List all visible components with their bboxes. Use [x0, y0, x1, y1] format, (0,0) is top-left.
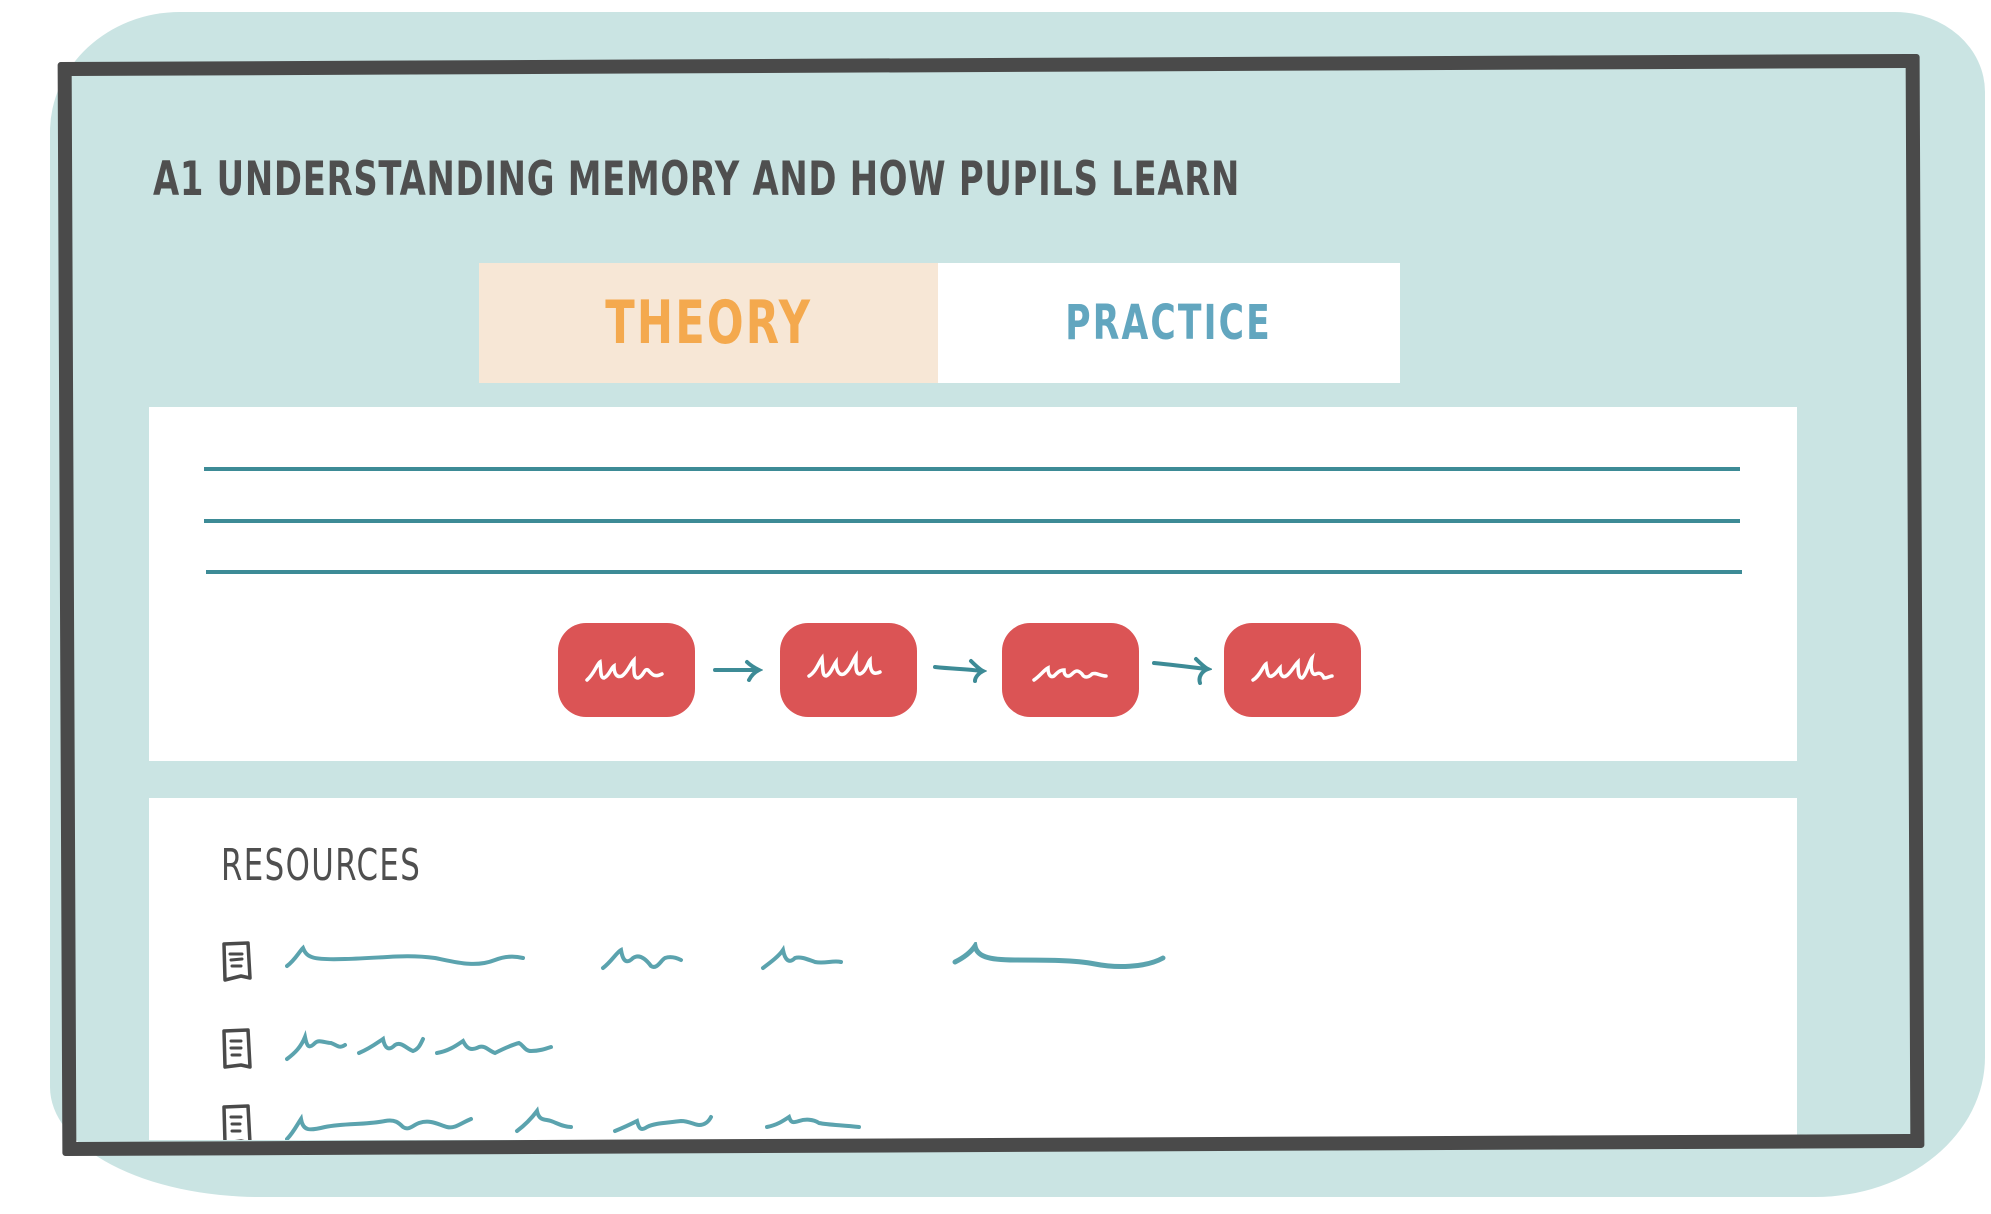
sketch-frame: [57, 53, 1925, 1157]
